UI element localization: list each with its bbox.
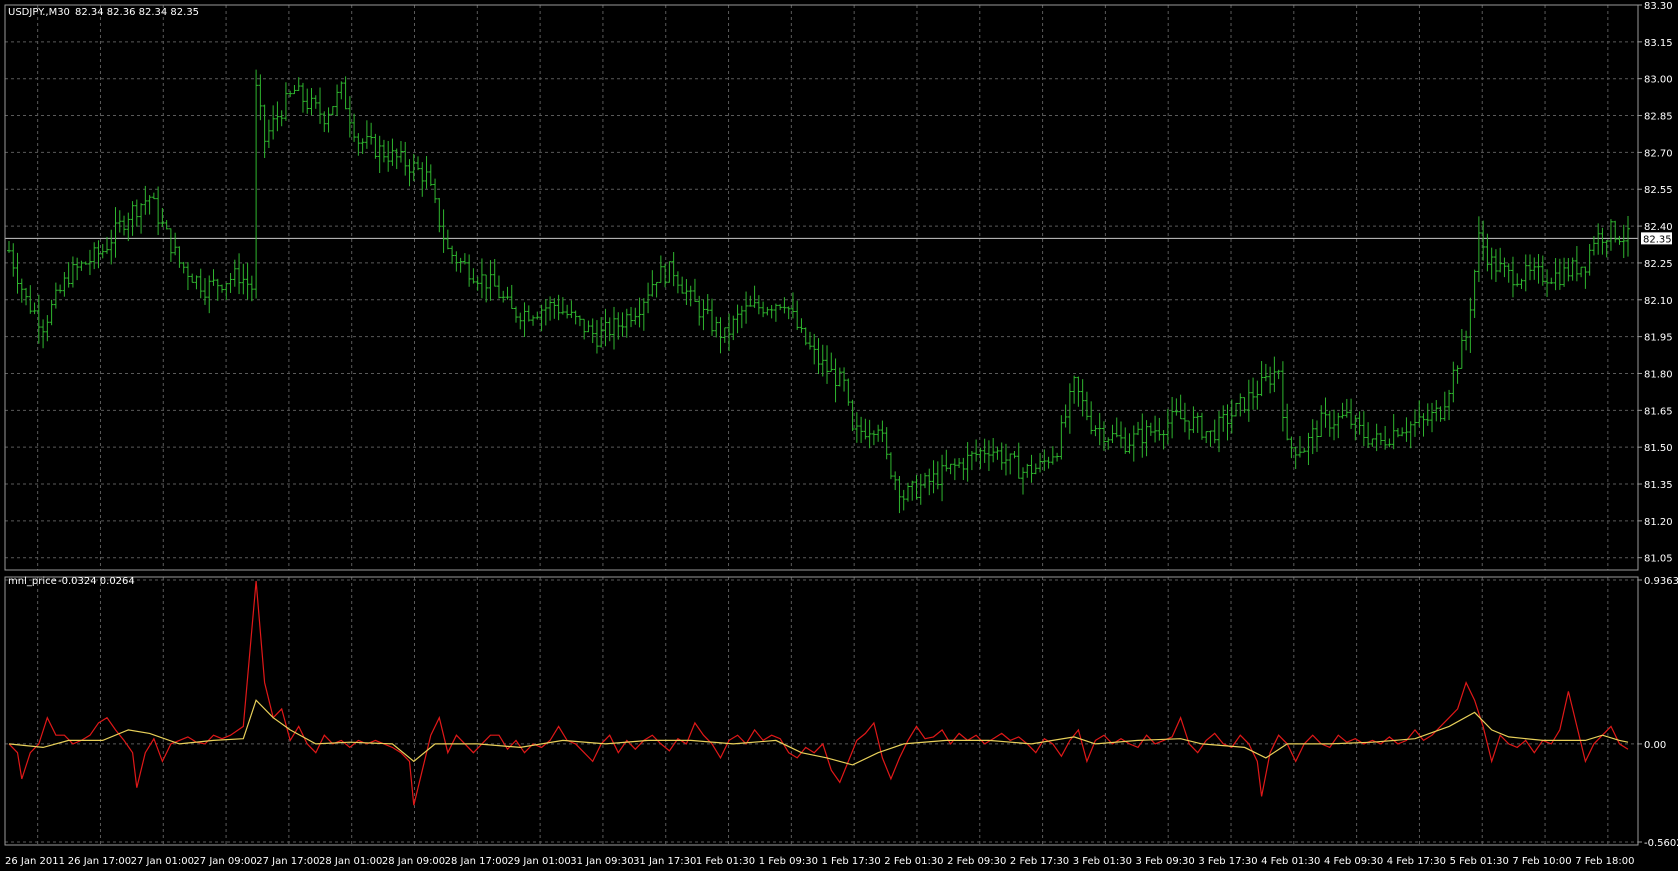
time-label: 29 Jan 01:00 (507, 856, 570, 867)
time-label: 5 Feb 01:30 (1450, 856, 1509, 867)
main-pane-border (4, 4, 1639, 571)
time-label: 27 Jan 17:00 (256, 856, 319, 867)
time-label: 4 Feb 09:30 (1324, 856, 1383, 867)
time-label: 4 Feb 17:30 (1387, 856, 1446, 867)
time-label: 26 Jan 2011 (5, 856, 65, 867)
time-label: 2 Feb 01:30 (884, 856, 943, 867)
sub-header-name: mnl_price (8, 576, 57, 587)
time-label: 2 Feb 17:30 (1010, 856, 1069, 867)
indicator-pane-border (4, 576, 1639, 846)
price-label: 82.25 (1644, 259, 1673, 270)
price-label: 83.15 (1644, 38, 1673, 49)
time-label: 2 Feb 09:30 (947, 856, 1006, 867)
indicator-label: 0.00 (1644, 740, 1666, 751)
main-header-symbol: USDJPY.,M30 (8, 7, 70, 18)
indicator-label: -0.5602 (1644, 838, 1678, 849)
time-label: 3 Feb 17:30 (1198, 856, 1257, 867)
indicator-lines (8, 581, 1629, 806)
price-label: 82.70 (1644, 148, 1673, 159)
price-label: 81.05 (1644, 554, 1673, 565)
price-label: 82.10 (1644, 296, 1673, 307)
current-price-label: 82.35 (1643, 234, 1672, 245)
time-label: 28 Jan 09:00 (382, 856, 445, 867)
time-label: 4 Feb 01:30 (1261, 856, 1320, 867)
time-label: 27 Jan 09:00 (193, 856, 256, 867)
price-label: 81.20 (1644, 517, 1673, 528)
price-label: 83.00 (1644, 75, 1673, 86)
time-label: 1 Feb 17:30 (822, 856, 881, 867)
time-axis: 26 Jan 2011 26 Jan 17:00 27 Jan 01:00 27 Ja… (5, 856, 1634, 867)
price-label: 82.85 (1644, 112, 1673, 123)
time-label: 1 Feb 01:30 (696, 856, 755, 867)
price-label: 81.95 (1644, 333, 1673, 344)
chart-window: 83.30 83.15 83.00 82.85 82.70 82.55 82.40 82.25… (0, 0, 1678, 871)
time-label: 31 Jan 17:30 (633, 856, 696, 867)
smooth-line (8, 699, 1629, 766)
indicator-label: 0.9363 (1644, 576, 1678, 587)
sub-header-values: -0.0324 0.0264 (58, 576, 135, 587)
time-label: 28 Jan 01:00 (319, 856, 382, 867)
main-header-ohlc: 82.34 82.36 82.34 82.35 (75, 7, 199, 18)
price-label: 82.40 (1644, 222, 1673, 233)
price-label: 82.55 (1644, 185, 1673, 196)
time-label: 1 Feb 09:30 (759, 856, 818, 867)
time-label: 28 Jan 17:00 (445, 856, 508, 867)
time-label: 3 Feb 09:30 (1136, 856, 1195, 867)
time-label: 31 Jan 09:30 (570, 856, 633, 867)
price-axis: 83.30 83.15 83.00 82.85 82.70 82.55 82.40 82.25… (1638, 1, 1678, 849)
price-bars (7, 69, 1630, 514)
time-label: 3 Feb 01:30 (1073, 856, 1132, 867)
time-label: 27 Jan 01:00 (131, 856, 194, 867)
time-label: 26 Jan 17:00 (68, 856, 131, 867)
time-label: 7 Feb 18:00 (1575, 856, 1634, 867)
price-label: 81.35 (1644, 480, 1673, 491)
price-label: 81.65 (1644, 406, 1673, 417)
price-label: 81.50 (1644, 443, 1673, 454)
signal-line (8, 581, 1629, 806)
chart-canvas[interactable]: 83.30 83.15 83.00 82.85 82.70 82.55 82.40 82.25… (0, 0, 1678, 871)
time-label: 7 Feb 10:00 (1512, 856, 1571, 867)
price-label: 83.30 (1644, 1, 1673, 12)
price-label: 81.80 (1644, 369, 1673, 380)
